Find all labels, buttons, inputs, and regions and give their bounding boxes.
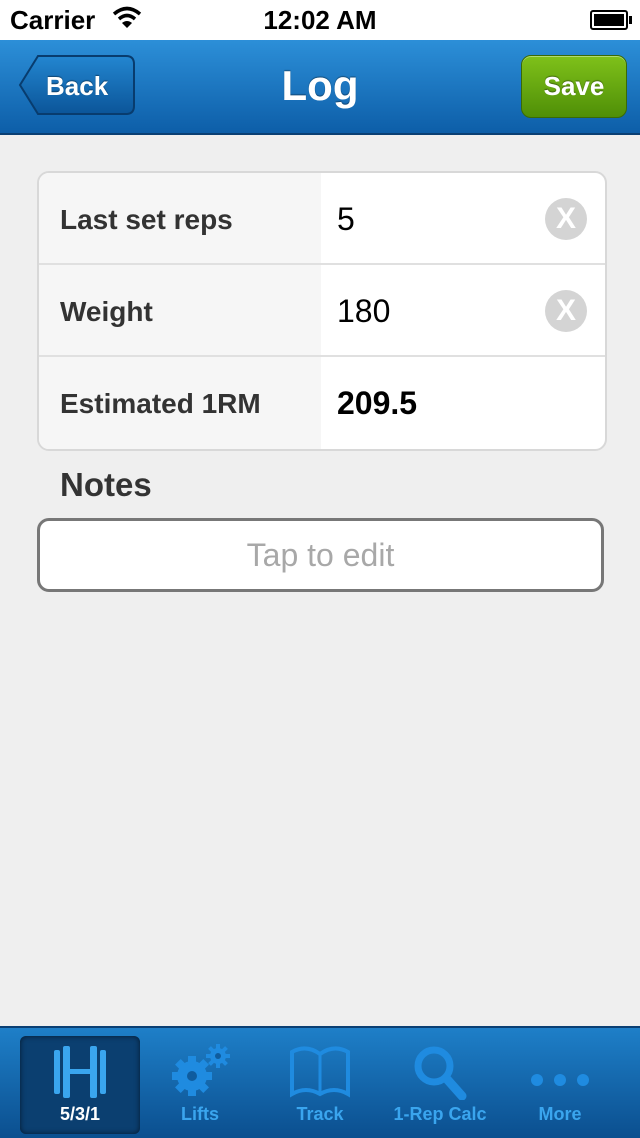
clear-reps-button[interactable]: X (545, 198, 587, 240)
weight-label: Weight (60, 296, 153, 327)
barbell-icon (54, 1046, 106, 1098)
tab-lifts-label: Lifts (181, 1104, 219, 1124)
more-dots-icon (531, 1074, 589, 1086)
form-row-estimated-1rm: Estimated 1RM 209.5 (39, 357, 605, 449)
tab-1-rep-calc[interactable]: 1-Rep Calc (380, 1036, 500, 1134)
form-row-weight: Weight 180 X (39, 265, 605, 357)
gears-icon (172, 1044, 230, 1096)
tab-531[interactable]: 5/3/1 (20, 1036, 140, 1134)
notes-field[interactable]: Tap to edit (37, 518, 604, 592)
reps-field[interactable]: 5 (337, 201, 355, 238)
navigation-bar: Back Log Save (0, 40, 640, 135)
form-row-reps: Last set reps 5 X (39, 173, 605, 265)
tab-track[interactable]: Track (260, 1036, 380, 1134)
clear-weight-button[interactable]: X (545, 290, 587, 332)
reps-label: Last set reps (60, 204, 233, 235)
tab-lifts[interactable]: Lifts (140, 1036, 260, 1134)
save-button[interactable]: Save (521, 55, 627, 118)
estimated-1rm-value: 209.5 (337, 385, 418, 421)
status-bar: Carrier 12:02 AM (0, 0, 640, 40)
tab-531-label: 5/3/1 (59, 1104, 101, 1124)
tab-1-rep-calc-label: 1-Rep Calc (393, 1104, 487, 1124)
book-icon (290, 1046, 350, 1098)
estimated-1rm-label: Estimated 1RM (60, 388, 261, 419)
notes-title: Notes (60, 466, 152, 503)
magnifier-icon (414, 1046, 467, 1100)
tab-bar: 5/3/1 Lifts Track 1-Rep Calc More (0, 1026, 640, 1138)
battery-icon (590, 10, 632, 30)
tab-more[interactable]: More (500, 1036, 620, 1134)
weight-field[interactable]: 180 (337, 293, 390, 330)
log-form: Last set reps 5 X Weight 180 X Estimated… (37, 171, 607, 451)
tab-more-label: More (538, 1104, 582, 1124)
status-time: 12:02 AM (263, 5, 377, 35)
tab-track-label: Track (296, 1104, 344, 1124)
